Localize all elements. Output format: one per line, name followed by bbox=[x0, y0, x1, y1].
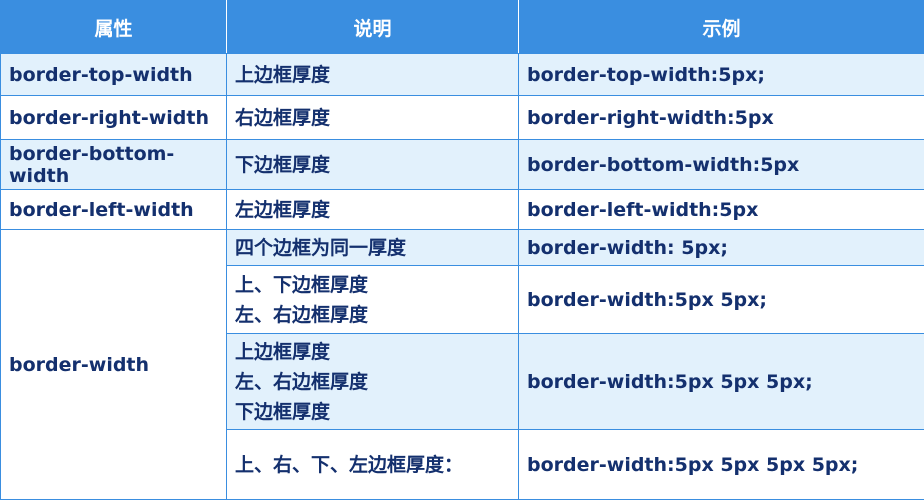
property-cell: border-right-width bbox=[1, 96, 227, 140]
border-width-table: 属性 说明 示例 border-top-width 上边框厚度 border-t… bbox=[0, 0, 924, 500]
example-cell: border-right-width:5px bbox=[519, 96, 924, 140]
example-cell: border-top-width:5px; bbox=[519, 54, 924, 96]
description-line: 左、右边框厚度 bbox=[235, 367, 510, 397]
description-line: 上、下边框厚度 bbox=[235, 270, 510, 300]
header-description: 说明 bbox=[227, 1, 519, 54]
description-cell: 左边框厚度 bbox=[227, 190, 519, 230]
description-line: 左、右边框厚度 bbox=[235, 300, 510, 330]
description-line: 四个边框为同一厚度 bbox=[235, 233, 510, 263]
header-example: 示例 bbox=[519, 1, 924, 54]
description-cell: 上、右、下、左边框厚度： bbox=[227, 430, 519, 500]
header-row: 属性 说明 示例 bbox=[1, 1, 924, 54]
property-cell: border-top-width bbox=[1, 54, 227, 96]
example-cell: border-width:5px 5px 5px 5px; bbox=[519, 430, 924, 500]
table-row: border-top-width 上边框厚度 border-top-width:… bbox=[1, 54, 924, 96]
description-cell: 四个边框为同一厚度 bbox=[227, 230, 519, 266]
description-cell: 上、下边框厚度 左、右边框厚度 bbox=[227, 266, 519, 334]
description-cell: 上边框厚度 左、右边框厚度 下边框厚度 bbox=[227, 334, 519, 430]
table-row: border-width 四个边框为同一厚度 border-width: 5px… bbox=[1, 230, 924, 266]
example-cell: border-width: 5px; bbox=[519, 230, 924, 266]
example-cell: border-left-width:5px bbox=[519, 190, 924, 230]
example-cell: border-width:5px 5px; bbox=[519, 266, 924, 334]
description-cell: 右边框厚度 bbox=[227, 96, 519, 140]
property-cell: border-bottom-width bbox=[1, 140, 227, 190]
property-cell: border-left-width bbox=[1, 190, 227, 230]
table-row: border-bottom-width 下边框厚度 border-bottom-… bbox=[1, 140, 924, 190]
header-property: 属性 bbox=[1, 1, 227, 54]
description-cell: 下边框厚度 bbox=[227, 140, 519, 190]
description-cell: 上边框厚度 bbox=[227, 54, 519, 96]
description-line: 上、右、下、左边框厚度： bbox=[235, 450, 510, 480]
description-line: 上边框厚度 bbox=[235, 337, 510, 367]
table-row: border-right-width 右边框厚度 border-right-wi… bbox=[1, 96, 924, 140]
description-line: 下边框厚度 bbox=[235, 397, 510, 427]
example-cell: border-width:5px 5px 5px; bbox=[519, 334, 924, 430]
example-cell: border-bottom-width:5px bbox=[519, 140, 924, 190]
table-row: border-left-width 左边框厚度 border-left-widt… bbox=[1, 190, 924, 230]
property-cell-merged: border-width bbox=[1, 230, 227, 500]
